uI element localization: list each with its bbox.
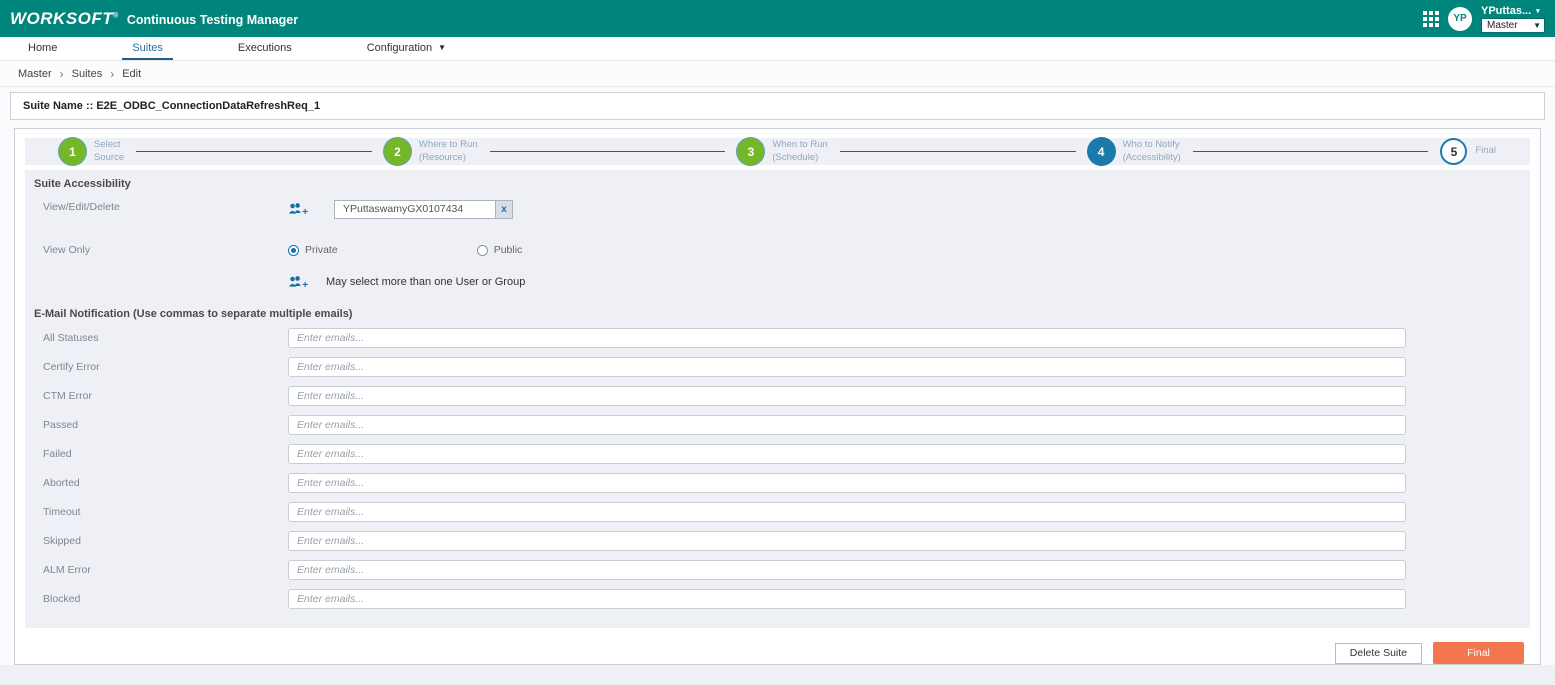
email-field-label: Timeout bbox=[34, 506, 288, 518]
nav-tab[interactable]: Suites bbox=[122, 37, 173, 60]
email-input[interactable] bbox=[288, 560, 1406, 580]
email-field-label: Failed bbox=[34, 448, 288, 460]
registered-mark: ® bbox=[113, 12, 119, 19]
multi-select-hint: May select more than one User or Group bbox=[326, 276, 525, 288]
tenant-value: Master bbox=[1487, 20, 1518, 31]
nav-tab[interactable]: Configuration ▼ bbox=[357, 37, 456, 60]
radio-private-circle[interactable] bbox=[288, 245, 299, 256]
remove-user-button[interactable]: x bbox=[495, 201, 512, 218]
selected-user-chip: YPuttaswamyGX0107434 x bbox=[334, 200, 513, 219]
selected-user-name: YPuttaswamyGX0107434 bbox=[335, 201, 495, 218]
step-label: Select Source bbox=[94, 139, 124, 164]
radio-public[interactable]: Public bbox=[477, 244, 523, 256]
notify-form: Suite Accessibility View/Edit/Delete + bbox=[25, 170, 1530, 628]
email-input[interactable] bbox=[288, 531, 1406, 551]
view-only-label: View Only bbox=[34, 244, 288, 256]
final-button[interactable]: Final bbox=[1433, 642, 1524, 664]
chevron-down-icon: ▼ bbox=[1533, 21, 1541, 30]
breadcrumb: Master Suites Edit bbox=[0, 61, 1555, 87]
step-connector bbox=[1193, 151, 1429, 152]
wizard-step[interactable]: 1 Select Source bbox=[59, 138, 124, 165]
email-input[interactable] bbox=[288, 444, 1406, 464]
email-input[interactable] bbox=[288, 386, 1406, 406]
step-number[interactable]: 2 bbox=[384, 138, 411, 165]
email-field-label: Aborted bbox=[34, 477, 288, 489]
wizard-step[interactable]: 4 Who to Notify (Accessibility) bbox=[1088, 138, 1181, 165]
suite-name: Suite Name :: E2E_ODBC_ConnectionDataRef… bbox=[23, 100, 320, 112]
user-menu[interactable]: YPuttas... ▾ bbox=[1481, 5, 1545, 17]
chevron-down-icon: ▼ bbox=[438, 43, 446, 52]
email-field-row: ALM Error bbox=[34, 560, 1521, 580]
email-field-label: ALM Error bbox=[34, 564, 288, 576]
step-connector bbox=[840, 151, 1076, 152]
step-number[interactable]: 4 bbox=[1088, 138, 1115, 165]
step-connector bbox=[490, 151, 726, 152]
step-label: Who to Notify (Accessibility) bbox=[1123, 139, 1181, 164]
breadcrumb-item[interactable]: Master bbox=[18, 68, 52, 80]
breadcrumb-item[interactable]: Edit bbox=[102, 67, 141, 81]
email-input[interactable] bbox=[288, 415, 1406, 435]
step-label: Where to Run (Resource) bbox=[419, 139, 478, 164]
email-input[interactable] bbox=[288, 473, 1406, 493]
brand: WORKSOFT® Continuous Testing Manager bbox=[10, 9, 298, 29]
step-label: When to Run (Schedule) bbox=[772, 139, 827, 164]
email-field-row: Blocked bbox=[34, 589, 1521, 609]
suite-accessibility-heading: Suite Accessibility bbox=[34, 178, 1521, 190]
email-input[interactable] bbox=[288, 502, 1406, 522]
step-label: Final bbox=[1475, 145, 1496, 157]
step-connector bbox=[136, 151, 372, 152]
email-field-row: Passed bbox=[34, 415, 1521, 435]
wizard-step[interactable]: 2 Where to Run (Resource) bbox=[384, 138, 478, 165]
email-input[interactable] bbox=[288, 589, 1406, 609]
wizard-panel: 1 Select Source 2 Where to Run (Resource… bbox=[14, 128, 1541, 665]
email-field-label: Passed bbox=[34, 419, 288, 431]
email-field-row: Failed bbox=[34, 444, 1521, 464]
step-number[interactable]: 3 bbox=[737, 138, 764, 165]
tenant-select[interactable]: Master ▼ bbox=[1481, 18, 1545, 33]
nav-tab[interactable]: Home bbox=[18, 37, 67, 60]
email-input[interactable] bbox=[288, 328, 1406, 348]
svg-text:+: + bbox=[302, 207, 308, 217]
email-field-row: CTM Error bbox=[34, 386, 1521, 406]
view-edit-delete-label: View/Edit/Delete bbox=[34, 198, 288, 213]
radio-public-circle[interactable] bbox=[477, 245, 488, 256]
app-title: Continuous Testing Manager bbox=[127, 13, 298, 27]
email-field-row: Certify Error bbox=[34, 357, 1521, 377]
email-field-label: Certify Error bbox=[34, 361, 288, 373]
email-field-label: Skipped bbox=[34, 535, 288, 547]
user-name: YPuttas... bbox=[1481, 5, 1531, 17]
main-nav: Home Suites Executions Configuration ▼ bbox=[0, 37, 1555, 61]
step-number[interactable]: 1 bbox=[59, 138, 86, 165]
worksoft-logo: WORKSOFT® bbox=[10, 9, 119, 29]
email-field-label: CTM Error bbox=[34, 390, 288, 402]
wizard-step[interactable]: 3 When to Run (Schedule) bbox=[737, 138, 827, 165]
add-users-icon[interactable]: + bbox=[288, 202, 310, 217]
email-field-label: Blocked bbox=[34, 593, 288, 605]
radio-private[interactable]: Private bbox=[288, 244, 338, 256]
email-notification-heading: E-Mail Notification (Use commas to separ… bbox=[34, 308, 1521, 320]
wizard-stepper: 1 Select Source 2 Where to Run (Resource… bbox=[25, 138, 1530, 165]
email-field-row: Aborted bbox=[34, 473, 1521, 493]
step-number[interactable]: 5 bbox=[1440, 138, 1467, 165]
nav-tab[interactable]: Executions bbox=[228, 37, 302, 60]
add-users-icon[interactable]: + bbox=[288, 275, 310, 290]
email-field-label: All Statuses bbox=[34, 332, 288, 344]
panel-footer: Delete Suite Final bbox=[25, 628, 1530, 664]
email-input[interactable] bbox=[288, 357, 1406, 377]
page: WORKSOFT® Continuous Testing Manager YP … bbox=[0, 0, 1555, 685]
delete-suite-button[interactable]: Delete Suite bbox=[1335, 643, 1422, 664]
breadcrumb-item[interactable]: Suites bbox=[52, 67, 103, 81]
suite-name-card: Suite Name :: E2E_ODBC_ConnectionDataRef… bbox=[10, 92, 1545, 120]
email-field-row: Timeout bbox=[34, 502, 1521, 522]
email-field-row: All Statuses bbox=[34, 328, 1521, 348]
svg-text:+: + bbox=[302, 280, 308, 290]
email-field-row: Skipped bbox=[34, 531, 1521, 551]
wizard-step[interactable]: 5 Final bbox=[1440, 138, 1496, 165]
chevron-down-icon: ▾ bbox=[1536, 7, 1540, 15]
app-header: WORKSOFT® Continuous Testing Manager YP … bbox=[0, 0, 1555, 37]
avatar[interactable]: YP bbox=[1448, 7, 1472, 31]
app-grid-icon[interactable] bbox=[1423, 11, 1439, 27]
